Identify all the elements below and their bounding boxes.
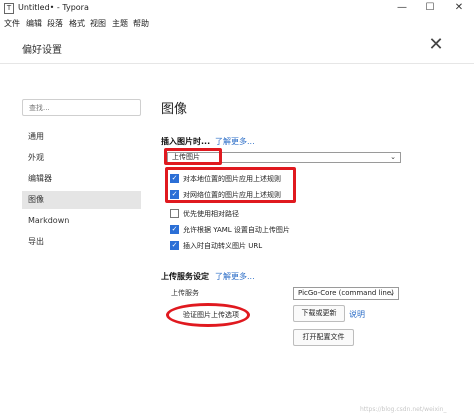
preferences-header xyxy=(0,31,474,64)
watermark: https://blog.csdn.net/weixin_ xyxy=(360,406,447,413)
upload-service-value: PicGo-Core (command line) xyxy=(298,289,394,297)
close-icon[interactable]: ✕ xyxy=(425,34,447,56)
window-title: Untitled• - Typora xyxy=(18,3,89,12)
sidebar-item-editor[interactable]: 编辑器 xyxy=(22,170,141,188)
menu-file[interactable]: 文件 xyxy=(4,18,20,29)
learn-more-link[interactable]: 了解更多... xyxy=(215,136,255,147)
minimize-icon[interactable]: — xyxy=(388,0,416,17)
download-update-button[interactable]: 下载或更新 xyxy=(293,305,345,322)
sidebar-item-image[interactable]: 图像 xyxy=(22,191,141,209)
upload-service-select[interactable]: PicGo-Core (command line) ⌄ xyxy=(293,287,399,300)
upload-service-label: 上传服务 xyxy=(171,289,199,297)
annotation-highlight-ellipse xyxy=(166,303,250,327)
sidebar-item-general[interactable]: 通用 xyxy=(22,128,141,146)
sidebar-item-markdown[interactable]: Markdown xyxy=(22,212,141,230)
menu-bar: 文件 编辑 段落 格式 视图 主题 帮助 xyxy=(0,17,474,31)
option-label: 允许根据 YAML 设置自动上传图片 xyxy=(183,226,290,234)
search-input[interactable] xyxy=(22,99,141,116)
upload-service-title: 上传服务设定 xyxy=(161,272,209,281)
checkbox-unchecked-icon[interactable] xyxy=(170,209,179,218)
menu-view[interactable]: 视图 xyxy=(90,18,106,29)
section-title: 图像 xyxy=(161,102,188,117)
menu-help[interactable]: 帮助 xyxy=(133,18,149,29)
checkbox-checked-icon[interactable]: ✓ xyxy=(170,241,179,250)
menu-edit[interactable]: 编辑 xyxy=(26,18,42,29)
page-title: 偏好设置 xyxy=(22,45,62,56)
chevron-down-icon: ⌄ xyxy=(389,289,395,297)
title-bar: T Untitled• - Typora — ☐ ✕ xyxy=(0,0,474,17)
window-close-icon[interactable]: ✕ xyxy=(445,0,473,17)
maximize-icon[interactable]: ☐ xyxy=(416,0,444,17)
annotation-highlight-box xyxy=(165,167,296,203)
checkbox-checked-icon[interactable]: ✓ xyxy=(170,225,179,234)
menu-format[interactable]: 格式 xyxy=(69,18,85,29)
option-label: 插入时自动转义图片 URL xyxy=(183,242,263,250)
menu-paragraph[interactable]: 段落 xyxy=(47,18,63,29)
sidebar-item-appearance[interactable]: 外观 xyxy=(22,149,141,167)
annotation-highlight-box xyxy=(164,148,222,165)
option-label: 优先使用相对路径 xyxy=(183,210,239,218)
sidebar-item-export[interactable]: 导出 xyxy=(22,233,141,251)
open-config-button[interactable]: 打开配置文件 xyxy=(293,329,354,346)
learn-more-link[interactable]: 了解更多... xyxy=(215,271,255,282)
typora-app-icon: T xyxy=(4,3,14,14)
insert-image-label: 插入图片时... xyxy=(161,137,211,146)
help-link[interactable]: 说明 xyxy=(349,309,365,320)
chevron-down-icon: ⌄ xyxy=(390,153,396,161)
menu-theme[interactable]: 主题 xyxy=(112,18,128,29)
